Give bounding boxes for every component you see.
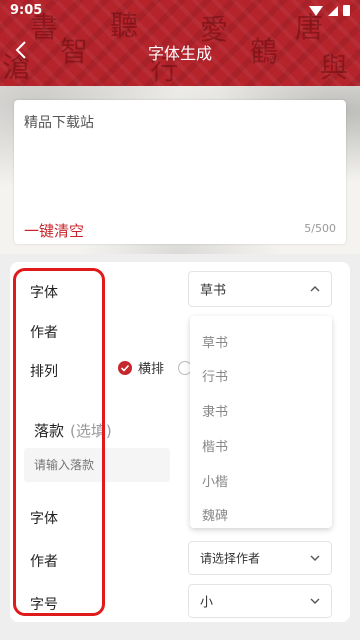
chevron-down-icon [310, 598, 320, 604]
header: 書 智 聽 行 愛 鶴 唐 與 滄 9:05 字体生成 [0, 0, 360, 86]
dropdown-option[interactable]: 草书 [202, 332, 228, 351]
clear-button[interactable]: 一键清空 [24, 220, 84, 241]
author-select[interactable]: 请选择作者 [188, 541, 332, 575]
dropdown-option[interactable]: 隶书 [202, 401, 228, 420]
font-dropdown-list: 草书 行书 隶书 楷书 小楷 魏碑 [190, 316, 332, 528]
dropdown-option[interactable]: 小楷 [202, 471, 228, 490]
ink-background-panel: 精品下载站 一键清空 5/500 [0, 86, 360, 254]
font-select[interactable]: 草书 [188, 271, 332, 307]
dropdown-option[interactable]: 魏碑 [202, 505, 228, 524]
char-count: 5/500 [304, 222, 336, 235]
dropdown-option[interactable]: 楷书 [202, 436, 228, 455]
highlight-box [13, 268, 105, 616]
battery-icon [343, 5, 350, 16]
editor-text[interactable]: 精品下载站 [24, 112, 94, 132]
page-title: 字体生成 [147, 44, 212, 63]
size-select[interactable]: 小 [188, 584, 332, 618]
signal-icon [328, 5, 338, 16]
status-icons [309, 5, 350, 16]
dropdown-option[interactable]: 行书 [202, 366, 228, 385]
text-editor[interactable]: 精品下载站 一键清空 5/500 [14, 100, 346, 244]
author-select-value: 请选择作者 [200, 551, 261, 566]
status-time: 9:05 [10, 3, 43, 18]
wifi-icon [309, 5, 323, 16]
chevron-up-icon [310, 286, 320, 292]
radio-checked-icon[interactable] [118, 360, 132, 375]
chevron-down-icon [310, 555, 320, 561]
layout-horizontal-option[interactable]: 横排 [118, 358, 193, 377]
size-select-value: 小 [200, 595, 214, 611]
layout-horizontal-label: 横排 [138, 362, 165, 377]
font-select-value: 草书 [200, 283, 227, 299]
